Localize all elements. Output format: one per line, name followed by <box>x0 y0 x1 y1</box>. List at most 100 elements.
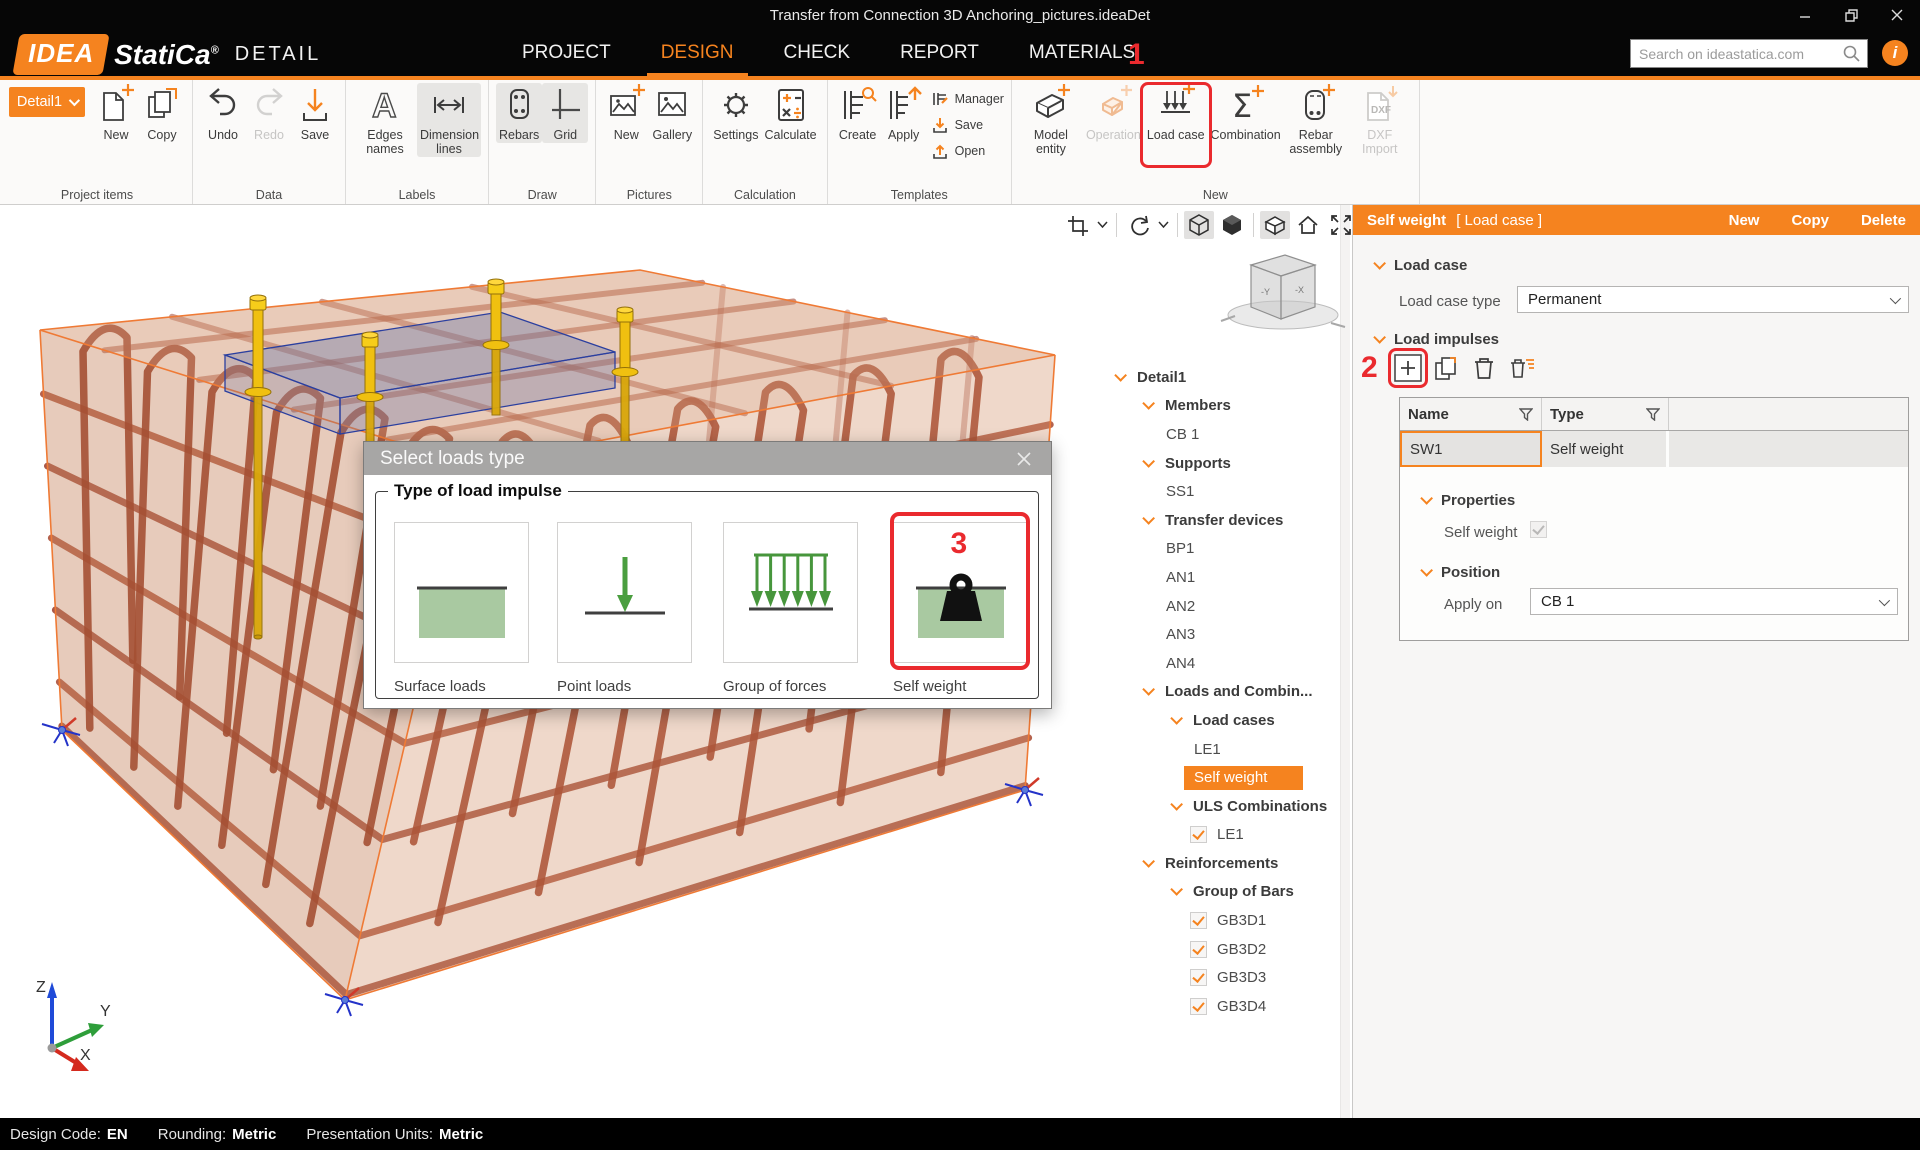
annotation-box-1 <box>1140 82 1212 168</box>
calculate-button[interactable]: Calculate <box>761 83 819 143</box>
template-create-button[interactable]: Create <box>835 83 881 143</box>
checkbox-checked[interactable] <box>1190 941 1207 958</box>
tab-materials[interactable]: MATERIALS <box>1027 32 1137 74</box>
restore-button[interactable] <box>1828 0 1874 30</box>
tree-item-self-weight[interactable]: Self weight <box>1108 763 1340 792</box>
project-item-selector[interactable]: Detail1 <box>9 87 85 117</box>
panel-new-button[interactable]: New <box>1729 212 1760 229</box>
filter-icon[interactable] <box>1646 408 1660 421</box>
apply-on-select[interactable]: CB 1 <box>1530 588 1898 615</box>
template-save-item[interactable]: Save <box>931 113 1004 136</box>
load-case-type-select[interactable]: Permanent <box>1517 286 1909 313</box>
checkbox-checked[interactable] <box>1190 969 1207 986</box>
save-button[interactable]: Save <box>292 83 338 143</box>
panel-copy-button[interactable]: Copy <box>1791 212 1829 229</box>
rebar-assembly-button[interactable]: Rebar assembly <box>1284 83 1348 157</box>
tree-item-bp1[interactable]: BP1 <box>1108 535 1340 564</box>
tree-item-ss1[interactable]: SS1 <box>1108 477 1340 506</box>
search-input[interactable] <box>1631 46 1843 62</box>
dialog-close-icon[interactable] <box>1013 448 1035 470</box>
panel-delete-button[interactable]: Delete <box>1861 212 1906 229</box>
copy-project-item-button[interactable]: Copy <box>139 83 185 143</box>
checkbox-checked[interactable] <box>1190 912 1207 929</box>
add-load-impulse-button[interactable] <box>1393 353 1423 383</box>
tree-item-group-of-bars[interactable]: Group of Bars <box>1108 878 1340 907</box>
section-load-case[interactable]: Load case <box>1373 257 1467 274</box>
load-type-group-of-forces[interactable] <box>723 522 858 663</box>
rebars-button[interactable]: Rebars <box>496 83 542 143</box>
tree-item-transfer-devices[interactable]: Transfer devices <box>1108 506 1340 535</box>
column-header-type[interactable]: Type <box>1542 398 1669 430</box>
crop-view-button[interactable] <box>1062 211 1092 239</box>
status-presentation-units: Presentation Units:Metric <box>306 1126 483 1143</box>
tree-item-detail1[interactable]: Detail1 <box>1108 363 1340 392</box>
tree-item-uls-combinations[interactable]: ULS Combinations <box>1108 792 1340 821</box>
tree-item-an2[interactable]: AN2 <box>1108 592 1340 621</box>
load-case-button[interactable]: Load case <box>1144 83 1208 143</box>
close-button[interactable] <box>1874 0 1920 30</box>
rotate-view-button[interactable] <box>1123 211 1153 239</box>
new-project-item-button[interactable]: New <box>93 83 139 143</box>
tree-item-gb3d3[interactable]: GB3D3 <box>1108 963 1340 992</box>
template-manager-item[interactable]: Manager <box>931 87 1004 110</box>
section-properties[interactable]: Properties <box>1420 492 1515 509</box>
load-type-self-weight[interactable]: 3 <box>893 522 1028 663</box>
tab-project[interactable]: PROJECT <box>520 32 613 74</box>
new-picture-button[interactable]: New <box>603 83 649 143</box>
tree-item-supports[interactable]: Supports <box>1108 449 1340 478</box>
minimize-button[interactable] <box>1782 0 1828 30</box>
tree-item-uls-le1[interactable]: LE1 <box>1108 821 1340 850</box>
settings-button[interactable]: Settings <box>710 83 761 143</box>
tab-design[interactable]: DESIGN <box>659 32 736 74</box>
delete-load-impulse-button[interactable] <box>1469 353 1499 383</box>
tree-item-loads-and-combinations[interactable]: Loads and Combin... <box>1108 678 1340 707</box>
undo-icon <box>203 84 243 128</box>
tree-item-gb3d1[interactable]: GB3D1 <box>1108 906 1340 935</box>
info-icon[interactable]: i <box>1882 40 1908 66</box>
copy-load-impulse-button[interactable] <box>1431 353 1461 383</box>
tab-check[interactable]: CHECK <box>782 32 853 74</box>
filter-icon[interactable] <box>1519 408 1533 421</box>
tree-item-cb1[interactable]: CB 1 <box>1108 420 1340 449</box>
section-position[interactable]: Position <box>1420 564 1500 581</box>
self-weight-checkbox-disabled <box>1530 521 1547 538</box>
column-header-name[interactable]: Name <box>1400 398 1542 430</box>
tree-item-gb3d4[interactable]: GB3D4 <box>1108 992 1340 1021</box>
section-view-button[interactable] <box>1260 211 1290 239</box>
model-entity-button[interactable]: Model entity <box>1019 83 1083 157</box>
gallery-button[interactable]: Gallery <box>649 83 695 143</box>
tree-item-an3[interactable]: AN3 <box>1108 620 1340 649</box>
checkbox-checked[interactable] <box>1190 826 1207 843</box>
3d-viewport[interactable]: ZYX -Y <box>0 205 1352 1118</box>
cell-impulse-name[interactable]: SW1 <box>1400 431 1542 467</box>
tree-item-an4[interactable]: AN4 <box>1108 649 1340 678</box>
edges-names-button[interactable]: A Edges names <box>353 83 417 157</box>
template-apply-button[interactable]: Apply <box>881 83 927 143</box>
load-type-surface-loads[interactable] <box>394 522 529 663</box>
delete-all-load-impulses-button[interactable] <box>1507 353 1537 383</box>
solid-view-button[interactable] <box>1217 211 1247 239</box>
svg-text:A: A <box>372 87 397 125</box>
template-open-item[interactable]: Open <box>931 139 1004 162</box>
checkbox-checked[interactable] <box>1190 998 1207 1015</box>
rotate-options-chevron[interactable] <box>1156 211 1171 239</box>
tab-report[interactable]: REPORT <box>898 32 981 74</box>
crop-options-chevron[interactable] <box>1095 211 1110 239</box>
grid-button[interactable]: Grid <box>542 83 588 143</box>
tree-item-members[interactable]: Members <box>1108 392 1340 421</box>
load-type-point-loads[interactable] <box>557 522 692 663</box>
combination-button[interactable]: Σ Combination <box>1208 83 1284 143</box>
dimension-lines-button[interactable]: Dimension lines <box>417 83 481 157</box>
tree-item-load-cases[interactable]: Load cases <box>1108 706 1340 735</box>
tree-item-le1[interactable]: LE1 <box>1108 735 1340 764</box>
section-load-impulses[interactable]: Load impulses <box>1373 331 1499 348</box>
undo-button[interactable]: Undo <box>200 83 246 143</box>
tree-item-an1[interactable]: AN1 <box>1108 563 1340 592</box>
tree-item-gb3d2[interactable]: GB3D2 <box>1108 935 1340 964</box>
cell-impulse-type[interactable]: Self weight <box>1542 431 1669 467</box>
fit-view-button[interactable] <box>1326 211 1356 239</box>
wireframe-view-button[interactable] <box>1184 211 1214 239</box>
tree-item-reinforcements[interactable]: Reinforcements <box>1108 849 1340 878</box>
home-view-button[interactable] <box>1293 211 1323 239</box>
navigation-cube[interactable]: -Y -X <box>1213 243 1353 343</box>
